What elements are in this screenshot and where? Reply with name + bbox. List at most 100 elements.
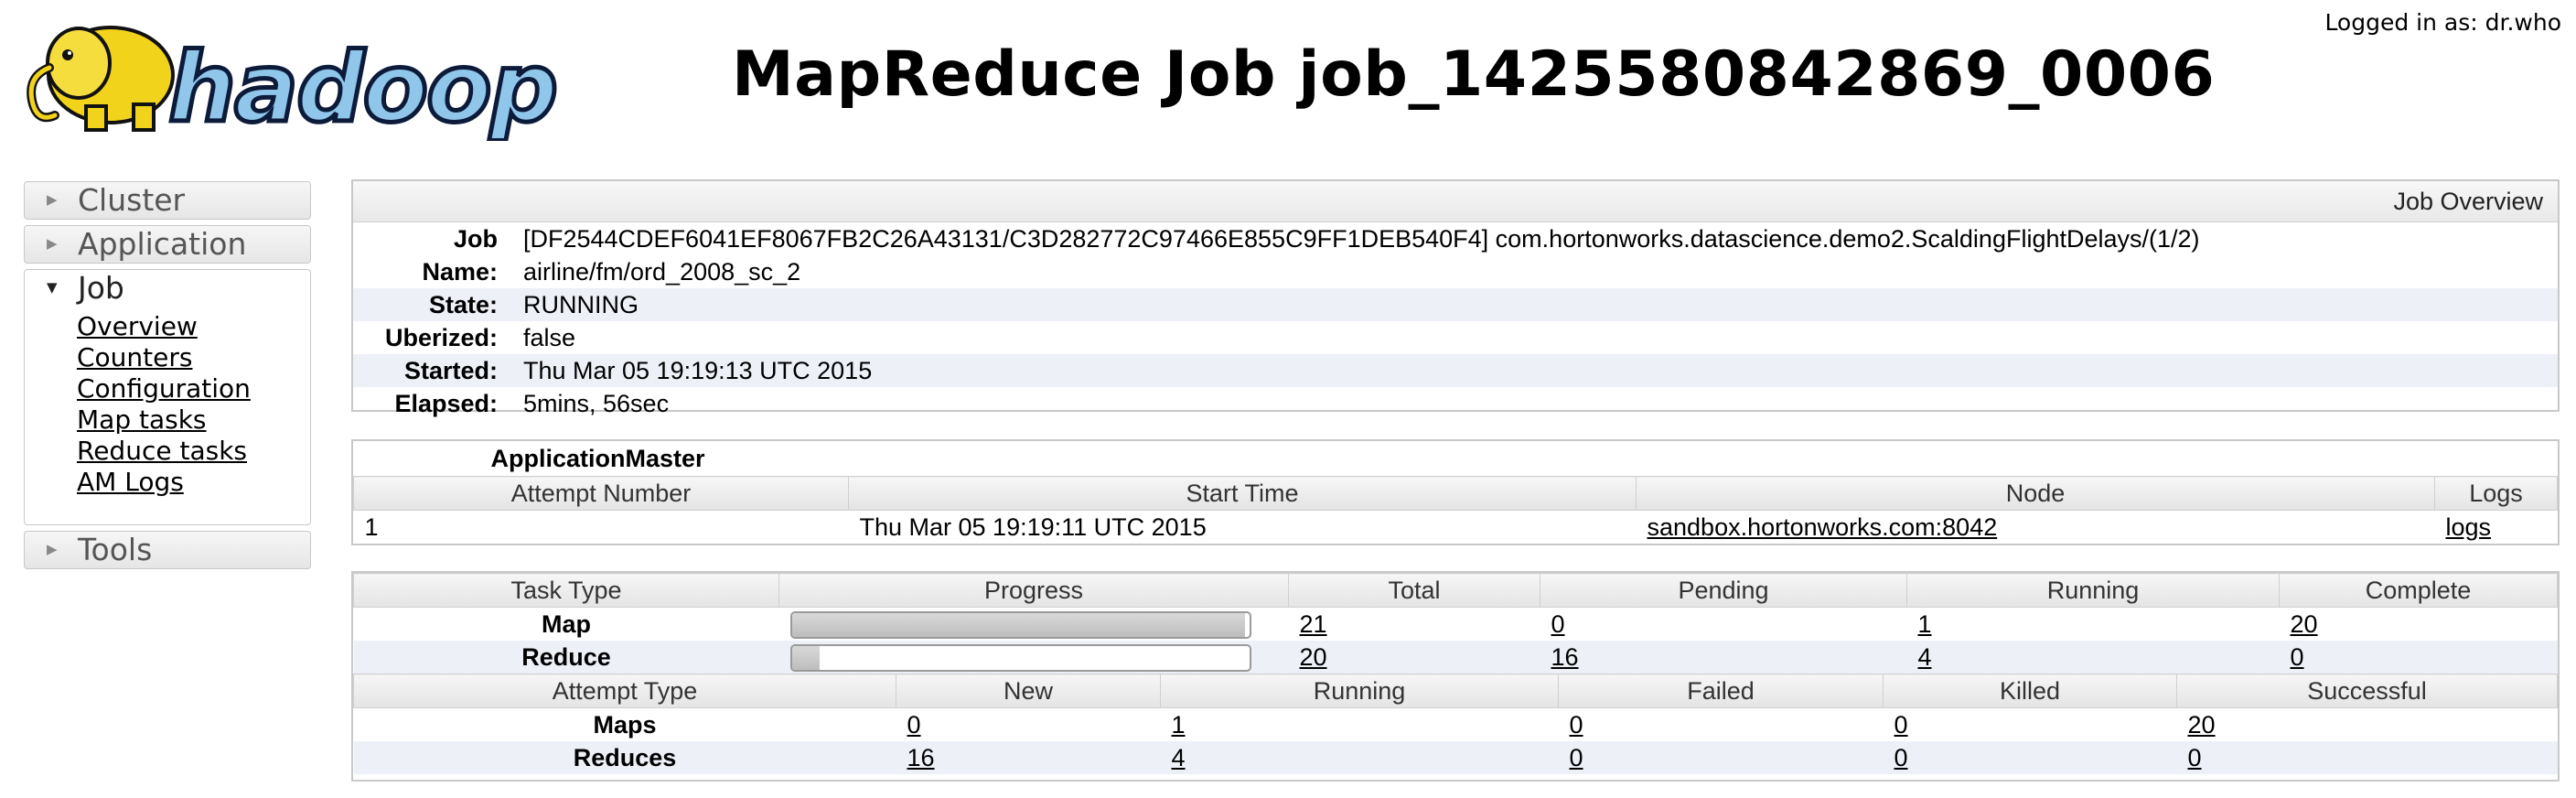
maps-successful-link[interactable]: 20 (2188, 711, 2216, 739)
reduces-failed-link[interactable]: 0 (1570, 744, 1583, 771)
col-killed: Killed (1883, 674, 2177, 708)
nav-application-label: Application (78, 226, 247, 262)
nav-job[interactable]: ▼ Job (24, 269, 311, 307)
col-progress: Progress (778, 573, 1289, 608)
col-complete: Complete (2279, 573, 2558, 608)
hadoop-elephant-icon: hadoop (27, 26, 561, 146)
job-nav-panel: Overview Counters Configuration Map task… (24, 306, 311, 525)
job-name-line1: [DF2544CDEF6041EF8067FB2C26A43131/C3D282… (523, 225, 2200, 253)
nav-cluster[interactable]: ▶ Cluster (24, 181, 311, 220)
col-attempt-running: Running (1160, 674, 1559, 708)
attempt-start-time: Thu Mar 05 19:19:11 UTC 2015 (859, 512, 1207, 541)
job-overview-panel: Job Overview Job [DF2544CDEF6041EF8067FB… (351, 179, 2560, 417)
nav-link-am-logs[interactable]: AM Logs (77, 467, 184, 497)
col-running: Running (1906, 573, 2280, 608)
overview-row-name: Name: airline/fm/ord_2008_sc_2 (353, 255, 2558, 288)
map-pending-link[interactable]: 0 (1551, 610, 1565, 638)
col-node: Node (1636, 476, 2435, 511)
nav-link-map-tasks[interactable]: Map tasks (77, 404, 207, 435)
reduce-total-link[interactable]: 20 (1300, 643, 1327, 671)
state-label: State: (428, 291, 498, 318)
nav-application[interactable]: ▶ Application (24, 225, 311, 264)
attempt-number: 1 (364, 512, 379, 541)
name-label: Name: (422, 258, 498, 286)
reduce-running-link[interactable]: 4 (1918, 643, 1932, 671)
logo-wordmark: hadoop (168, 32, 556, 141)
elapsed-label: Elapsed: (394, 390, 498, 417)
overview-row-job: Job [DF2544CDEF6041EF8067FB2C26A43131/C3… (353, 222, 2558, 255)
map-progress-fill (791, 613, 1245, 637)
col-successful: Successful (2176, 674, 2558, 708)
col-total: Total (1288, 573, 1540, 608)
reduce-complete-link[interactable]: 0 (2291, 643, 2304, 671)
map-running-link[interactable]: 1 (1918, 610, 1932, 638)
nav-tools-label: Tools (78, 532, 153, 567)
maps-running-link[interactable]: 1 (1172, 711, 1186, 739)
nav-link-counters[interactable]: Counters (77, 342, 192, 372)
col-attempt-number: Attempt Number (353, 476, 849, 511)
overview-row-state: State: RUNNING (353, 288, 2558, 321)
attempt-type-reduces: Reduces (353, 741, 896, 774)
uberized-value: false (523, 324, 576, 351)
started-label: Started: (403, 357, 498, 384)
nav-link-overview[interactable]: Overview (77, 311, 198, 341)
job-overview-header: Job Overview (353, 181, 2558, 222)
col-pending: Pending (1540, 573, 1907, 608)
col-failed: Failed (1558, 674, 1884, 708)
elapsed-value: 5mins, 56sec (523, 390, 670, 417)
table-row: Maps 0 1 0 0 20 (354, 708, 2558, 742)
overview-row-elapsed: Elapsed: 5mins, 56sec (353, 387, 2558, 420)
reduce-progress-fill (791, 646, 820, 670)
node-link[interactable]: sandbox.hortonworks.com:8042 (1648, 513, 1998, 541)
job-name-line2: airline/fm/ord_2008_sc_2 (523, 258, 801, 286)
started-value: Thu Mar 05 19:19:13 UTC 2015 (523, 357, 873, 384)
overview-row-started: Started: Thu Mar 05 19:19:13 UTC 2015 (353, 354, 2558, 387)
task-type-reduce: Reduce (353, 641, 779, 674)
reduce-pending-link[interactable]: 16 (1551, 643, 1579, 671)
reduces-successful-link[interactable]: 0 (2188, 744, 2202, 771)
attempt-type-maps: Maps (593, 710, 657, 739)
tasks-panel: Task Type Progress Total Pending Running… (351, 571, 2560, 782)
reduce-progress-bar (789, 644, 1251, 672)
maps-new-link[interactable]: 0 (907, 711, 921, 739)
task-type-map: Map (542, 609, 591, 638)
reduces-running-link[interactable]: 4 (1172, 744, 1186, 771)
attempts-table: Attempt Type New Running Failed Killed S… (353, 674, 2558, 774)
logs-link[interactable]: logs (2446, 513, 2492, 541)
chevron-right-icon: ▶ (47, 540, 58, 557)
col-new: New (896, 674, 1161, 708)
hadoop-logo[interactable]: hadoop (24, 13, 573, 146)
reduces-new-link[interactable]: 16 (907, 744, 935, 771)
chevron-down-icon: ▼ (47, 278, 58, 296)
table-row: Reduces 16 4 0 0 0 (353, 741, 2558, 774)
chevron-right-icon: ▶ (47, 234, 58, 252)
application-master-table: ApplicationMaster Attempt Number Start T… (353, 441, 2558, 544)
application-master-panel: ApplicationMaster Attempt Number Start T… (351, 439, 2560, 545)
logged-in-user: Logged in as: dr.who (2324, 9, 2561, 36)
maps-killed-link[interactable]: 0 (1894, 711, 1908, 739)
nav-link-reduce-tasks[interactable]: Reduce tasks (77, 436, 247, 466)
nav-link-configuration[interactable]: Configuration (77, 373, 251, 404)
nav-tools[interactable]: ▶ Tools (24, 531, 311, 569)
table-row: 1 Thu Mar 05 19:19:11 UTC 2015 sandbox.h… (354, 511, 2558, 545)
map-complete-link[interactable]: 20 (2291, 610, 2318, 638)
maps-failed-link[interactable]: 0 (1570, 711, 1583, 739)
overview-row-uberized: Uberized: false (353, 321, 2558, 354)
map-total-link[interactable]: 21 (1300, 610, 1327, 638)
uberized-label: Uberized: (384, 324, 498, 351)
col-task-type: Task Type (353, 573, 779, 608)
page-title: MapReduce Job job_1425580842869_0006 (732, 38, 2216, 111)
state-value: RUNNING (523, 291, 639, 318)
tasks-table: Task Type Progress Total Pending Running… (353, 573, 2558, 674)
chevron-right-icon: ▶ (47, 190, 58, 208)
table-row: Reduce 20 16 4 0 (353, 641, 2558, 674)
nav-job-label: Job (78, 270, 124, 306)
app-master-title: ApplicationMaster (490, 444, 705, 472)
col-start-time: Start Time (848, 476, 1637, 511)
nav-cluster-label: Cluster (78, 182, 186, 218)
col-attempt-type: Attempt Type (353, 674, 896, 708)
reduces-killed-link[interactable]: 0 (1894, 744, 1908, 771)
map-progress-bar (789, 611, 1251, 639)
col-logs: Logs (2434, 476, 2558, 511)
job-label: Job (453, 225, 498, 253)
